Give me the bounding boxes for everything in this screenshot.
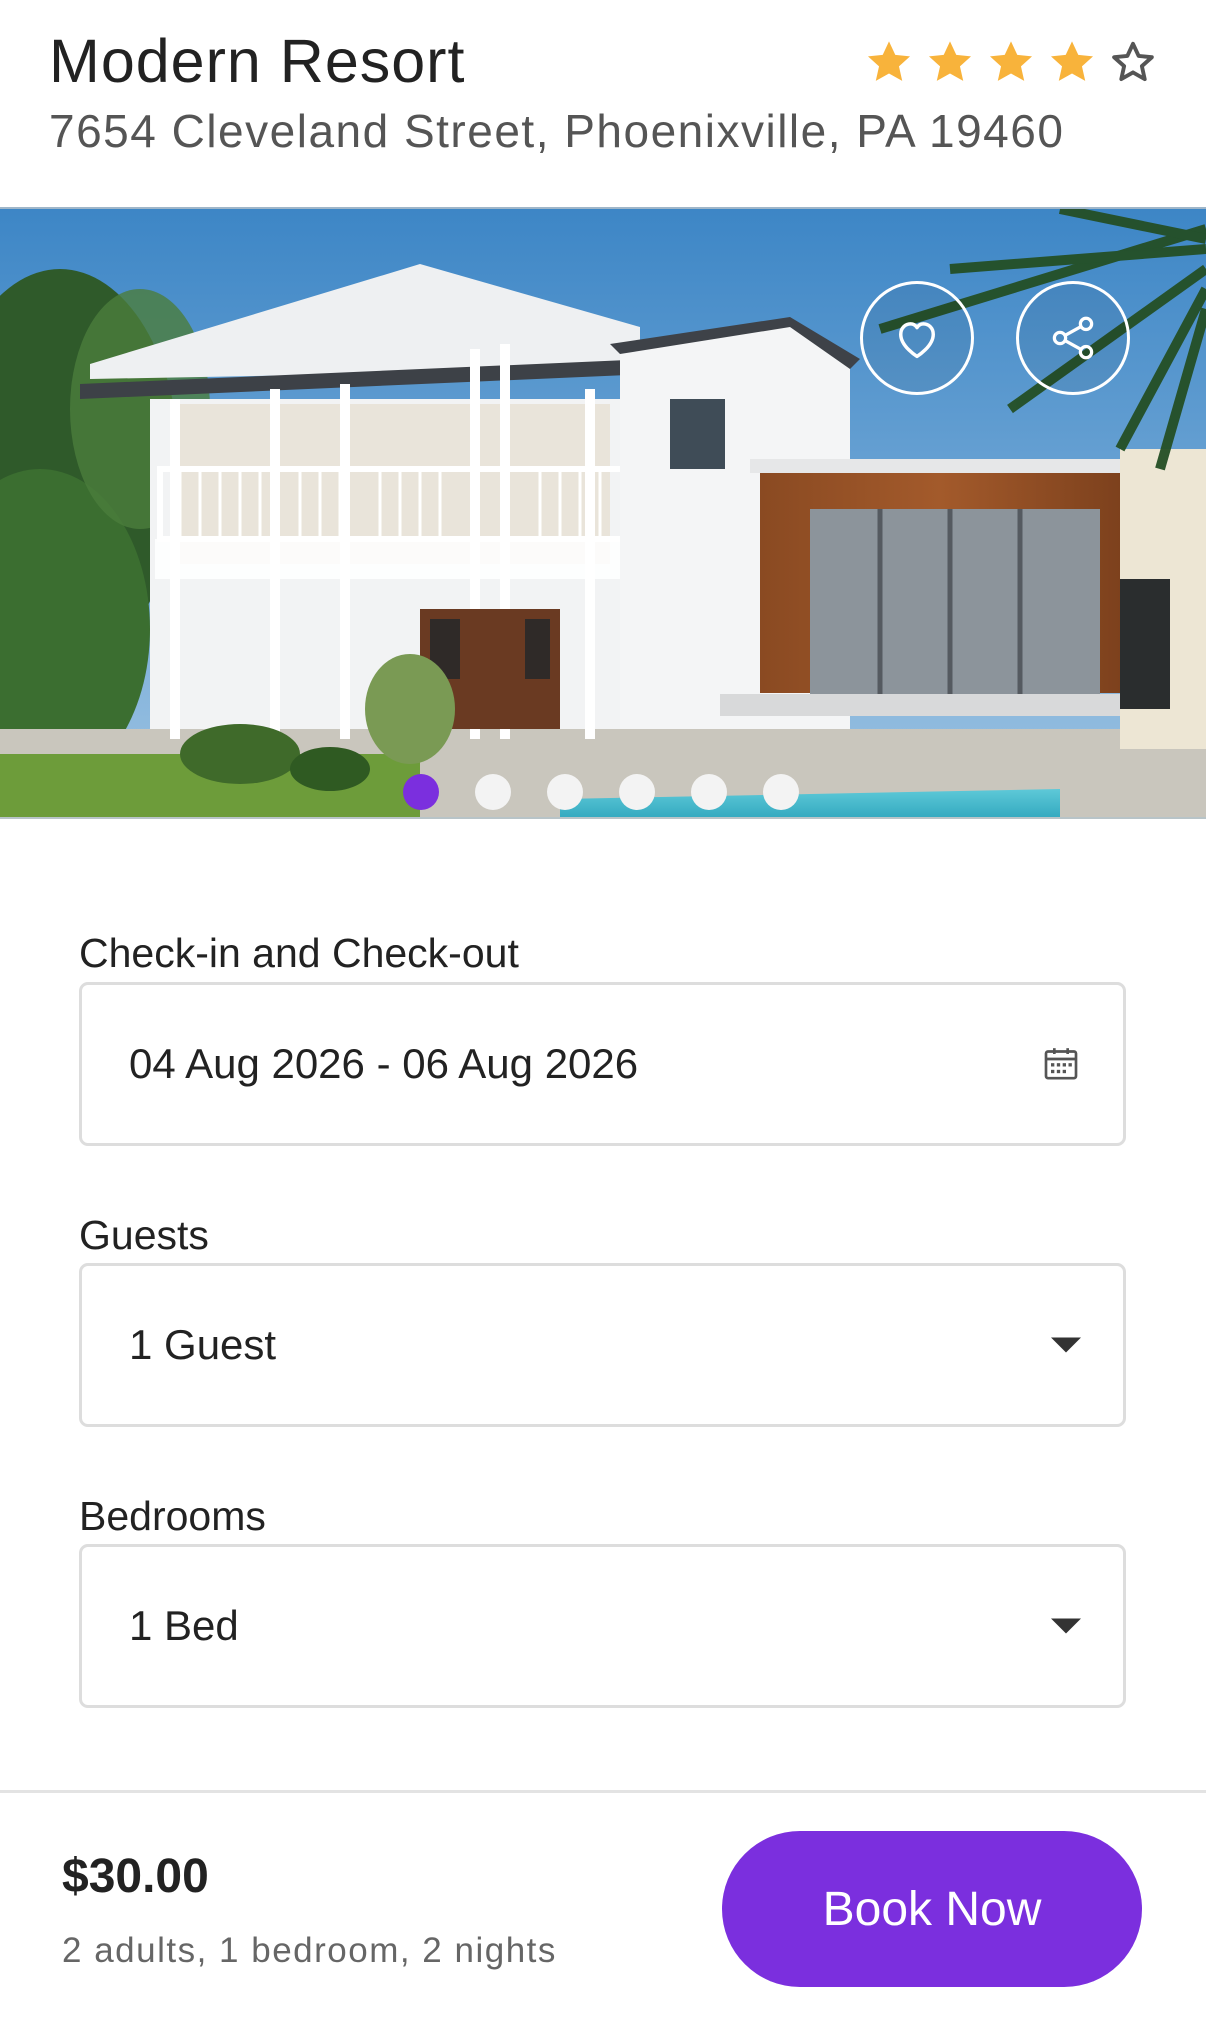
gallery-dot-3[interactable] bbox=[547, 774, 583, 810]
star-filled-icon bbox=[924, 36, 976, 92]
total-price: $30.00 bbox=[62, 1850, 209, 1903]
date-range-value: 04 Aug 2026 - 06 Aug 2026 bbox=[129, 1040, 639, 1087]
rating-stars bbox=[863, 36, 1154, 92]
booking-summary: 2 adults, 1 bedroom, 2 nights bbox=[62, 1931, 557, 1970]
property-header: Modern Resort 7654 Cleveland Street, Pho… bbox=[0, 0, 1206, 208]
star-filled-icon bbox=[1046, 36, 1098, 92]
property-photo bbox=[0, 209, 1206, 817]
guests-select[interactable]: 1 Guest bbox=[79, 1263, 1126, 1427]
star-empty-icon bbox=[1107, 36, 1159, 92]
gallery-dot-5[interactable] bbox=[691, 774, 727, 810]
share-button[interactable] bbox=[1016, 281, 1130, 395]
dates-label: Check-in and Check-out bbox=[79, 930, 519, 976]
property-address: 7654 Cleveland Street, Phoenixville, PA … bbox=[49, 105, 1065, 157]
heart-icon bbox=[899, 322, 935, 359]
photo-gallery[interactable] bbox=[0, 207, 1206, 819]
guests-value: 1 Guest bbox=[129, 1321, 277, 1368]
favorite-button[interactable] bbox=[860, 281, 974, 395]
star-filled-icon bbox=[863, 36, 915, 92]
gallery-dot-1[interactable] bbox=[403, 774, 439, 810]
guests-label: Guests bbox=[79, 1212, 209, 1258]
star-filled-icon bbox=[985, 36, 1037, 92]
gallery-dot-2[interactable] bbox=[475, 774, 511, 810]
date-range-field[interactable]: 04 Aug 2026 - 06 Aug 2026 bbox=[79, 982, 1126, 1146]
booking-bar: $30.00 2 adults, 1 bedroom, 2 nights Boo… bbox=[0, 1790, 1206, 2026]
bedrooms-select[interactable]: 1 Bed bbox=[79, 1544, 1126, 1708]
calendar-icon[interactable] bbox=[1041, 1044, 1081, 1084]
book-now-button[interactable]: Book Now bbox=[722, 1831, 1142, 1987]
gallery-dot-6[interactable] bbox=[763, 774, 799, 810]
bedrooms-value: 1 Bed bbox=[129, 1602, 239, 1649]
gallery-dot-4[interactable] bbox=[619, 774, 655, 810]
dropdown-caret-icon bbox=[1051, 1618, 1081, 1634]
share-icon bbox=[1052, 316, 1094, 360]
dropdown-caret-icon bbox=[1051, 1337, 1081, 1353]
gallery-pagination bbox=[403, 774, 799, 810]
property-title: Modern Resort bbox=[49, 27, 466, 95]
bedrooms-label: Bedrooms bbox=[79, 1493, 266, 1539]
